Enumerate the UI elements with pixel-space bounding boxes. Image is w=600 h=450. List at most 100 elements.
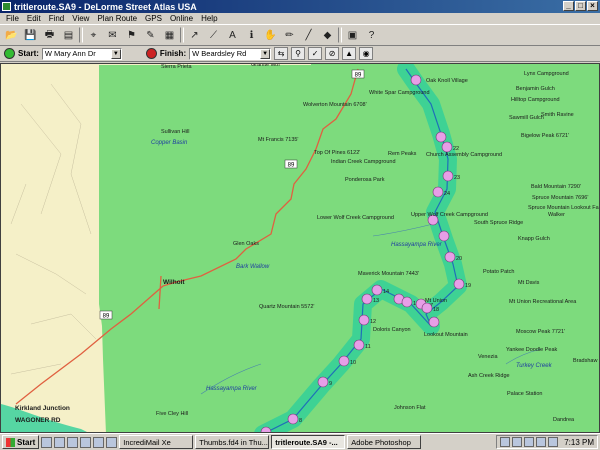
waypoint-icon[interactable]: ◆: [319, 27, 336, 44]
task-tritleroute[interactable]: tritleroute.SA9 -...: [271, 435, 346, 449]
map-water-label: Hassayampa River: [206, 386, 257, 392]
chevron-down-icon[interactable]: ▼: [260, 48, 271, 59]
quick-launch-icon[interactable]: [54, 436, 66, 448]
route-stop-marker[interactable]: [353, 339, 365, 351]
map-place-label: Indian Creek Campground: [331, 159, 396, 165]
menu-edit[interactable]: Edit: [23, 14, 45, 23]
close-button[interactable]: ×: [587, 1, 598, 11]
start-button[interactable]: Start: [2, 435, 40, 449]
avoid-icon[interactable]: ⊘: [325, 47, 340, 60]
map-place-label: Knapp Gulch: [518, 236, 550, 242]
info-icon[interactable]: ℹ: [243, 27, 260, 44]
start-marker-icon[interactable]: [4, 48, 15, 59]
menu-find[interactable]: Find: [45, 14, 69, 23]
toolbar-separator: [79, 27, 83, 43]
minimize-button[interactable]: _: [563, 1, 574, 11]
flag-icon[interactable]: ⚑: [123, 27, 140, 44]
finish-combo[interactable]: W Beardsley Rd ▼: [189, 47, 272, 60]
map-place-label: Maverick Mountain 7443': [358, 271, 419, 277]
route-stop-marker[interactable]: [287, 413, 299, 425]
taskbar: Start IncrediMail Xe Thumbs.fd4 in Thu..…: [0, 433, 600, 450]
finish-marker-icon[interactable]: [145, 48, 157, 59]
map-place-label: Top Of Pines 6122': [314, 150, 361, 156]
calculate-route-icon[interactable]: ⇆: [274, 47, 289, 60]
route-pin-icon[interactable]: ⚲: [291, 47, 306, 60]
title-bar[interactable]: tritleroute.SA9 - DeLorme Street Atlas U…: [0, 0, 600, 13]
start-label: Start:: [18, 49, 39, 58]
route-stop-marker[interactable]: [441, 141, 453, 153]
app-icon[interactable]: [2, 2, 11, 11]
route-stop-marker[interactable]: [444, 251, 456, 263]
map-place-label: Ponderosa Park: [345, 177, 385, 183]
menu-help[interactable]: Help: [197, 14, 221, 23]
route-stop-number: 20: [456, 256, 462, 262]
task-thumbs[interactable]: Thumbs.fd4 in Thu...: [195, 435, 270, 449]
start-combo[interactable]: W Mary Ann Dr ▼: [41, 47, 122, 60]
highway-shield: 89: [351, 69, 365, 79]
quick-launch-icon[interactable]: [41, 436, 53, 448]
terrain-icon[interactable]: ▲: [342, 47, 357, 60]
route-stop-marker[interactable]: [317, 376, 329, 388]
map-place-label: Lower Wolf Creek Campground: [317, 215, 394, 221]
quick-launch-icon[interactable]: [80, 436, 92, 448]
menu-online[interactable]: Online: [166, 14, 197, 23]
map-place-label: Rem Peaks: [388, 151, 417, 157]
map-view[interactable]: 222324201914151617181312111098898989 Sie…: [0, 63, 600, 433]
menu-view[interactable]: View: [68, 14, 93, 23]
map-place-label: Upper Wolf Creek Campground: [411, 212, 488, 218]
mail-icon[interactable]: ✉: [104, 27, 121, 44]
menu-file[interactable]: File: [2, 14, 23, 23]
route-stop-number: 19: [465, 283, 471, 289]
route-stop-marker[interactable]: [432, 186, 444, 198]
via-icon[interactable]: ✓: [308, 47, 323, 60]
route-stop-marker[interactable]: [438, 230, 450, 242]
grid-icon[interactable]: ▦: [161, 27, 178, 44]
route-stop-marker[interactable]: [442, 170, 454, 182]
task-photoshop[interactable]: Adobe Photoshop: [347, 435, 422, 449]
route-stop-marker[interactable]: [401, 296, 413, 308]
route-stop-marker[interactable]: [361, 293, 373, 305]
hand-icon[interactable]: ✋: [262, 27, 279, 44]
draw-icon[interactable]: ✎: [142, 27, 159, 44]
chevron-down-icon[interactable]: ▼: [110, 48, 121, 59]
pencil-icon[interactable]: ✏: [281, 27, 298, 44]
route-stop-marker[interactable]: [428, 316, 440, 328]
print-icon[interactable]: 🖶: [41, 27, 58, 44]
tray-icon[interactable]: [536, 437, 547, 447]
route-stop-marker[interactable]: [421, 302, 433, 314]
route-stop-number: 14: [383, 289, 389, 295]
menu-gps[interactable]: GPS: [141, 14, 166, 23]
task-incredimail[interactable]: IncrediMail Xe: [119, 435, 194, 449]
open-icon[interactable]: 📂: [3, 27, 20, 44]
window-title: tritleroute.SA9 - DeLorme Street Atlas U…: [14, 1, 197, 12]
quick-launch-icon[interactable]: [67, 436, 79, 448]
measure-icon[interactable]: ⟋: [205, 27, 222, 44]
route-stop-marker[interactable]: [410, 74, 422, 86]
save-icon[interactable]: 💾: [22, 27, 39, 44]
route-stop-marker[interactable]: [358, 314, 370, 326]
map-place-label: Oak Knoll Village: [426, 78, 468, 84]
layers-icon[interactable]: ▣: [344, 27, 361, 44]
route-stop-marker[interactable]: [371, 284, 383, 296]
quick-launch-icon[interactable]: [93, 436, 105, 448]
map-place-label: Benjamin Gulch: [516, 86, 555, 92]
route-stop-marker[interactable]: [435, 131, 447, 143]
route-tool-icon[interactable]: ↗: [186, 27, 203, 44]
tray-icon[interactable]: [500, 437, 511, 447]
menu-plan-route[interactable]: Plan Route: [93, 14, 141, 23]
maximize-button[interactable]: □: [575, 1, 586, 11]
quick-launch-icon[interactable]: [106, 436, 118, 448]
print-preview-icon[interactable]: ▤: [60, 27, 77, 44]
tray-icon[interactable]: [548, 437, 559, 447]
map-place-label: Smith Ravine: [541, 112, 574, 118]
help-pointer-icon[interactable]: ?: [363, 27, 380, 44]
tray-icon[interactable]: [512, 437, 523, 447]
map-place-label: Bigelow Peak 6721': [521, 133, 570, 139]
label-icon[interactable]: A: [224, 27, 241, 44]
road-icon[interactable]: ╱: [300, 27, 317, 44]
find-icon[interactable]: ⌖: [85, 27, 102, 44]
tray-icon[interactable]: [524, 437, 535, 447]
route-stop-marker[interactable]: [338, 355, 350, 367]
route-stop-marker[interactable]: [453, 278, 465, 290]
settings-icon[interactable]: ◉: [359, 47, 374, 60]
